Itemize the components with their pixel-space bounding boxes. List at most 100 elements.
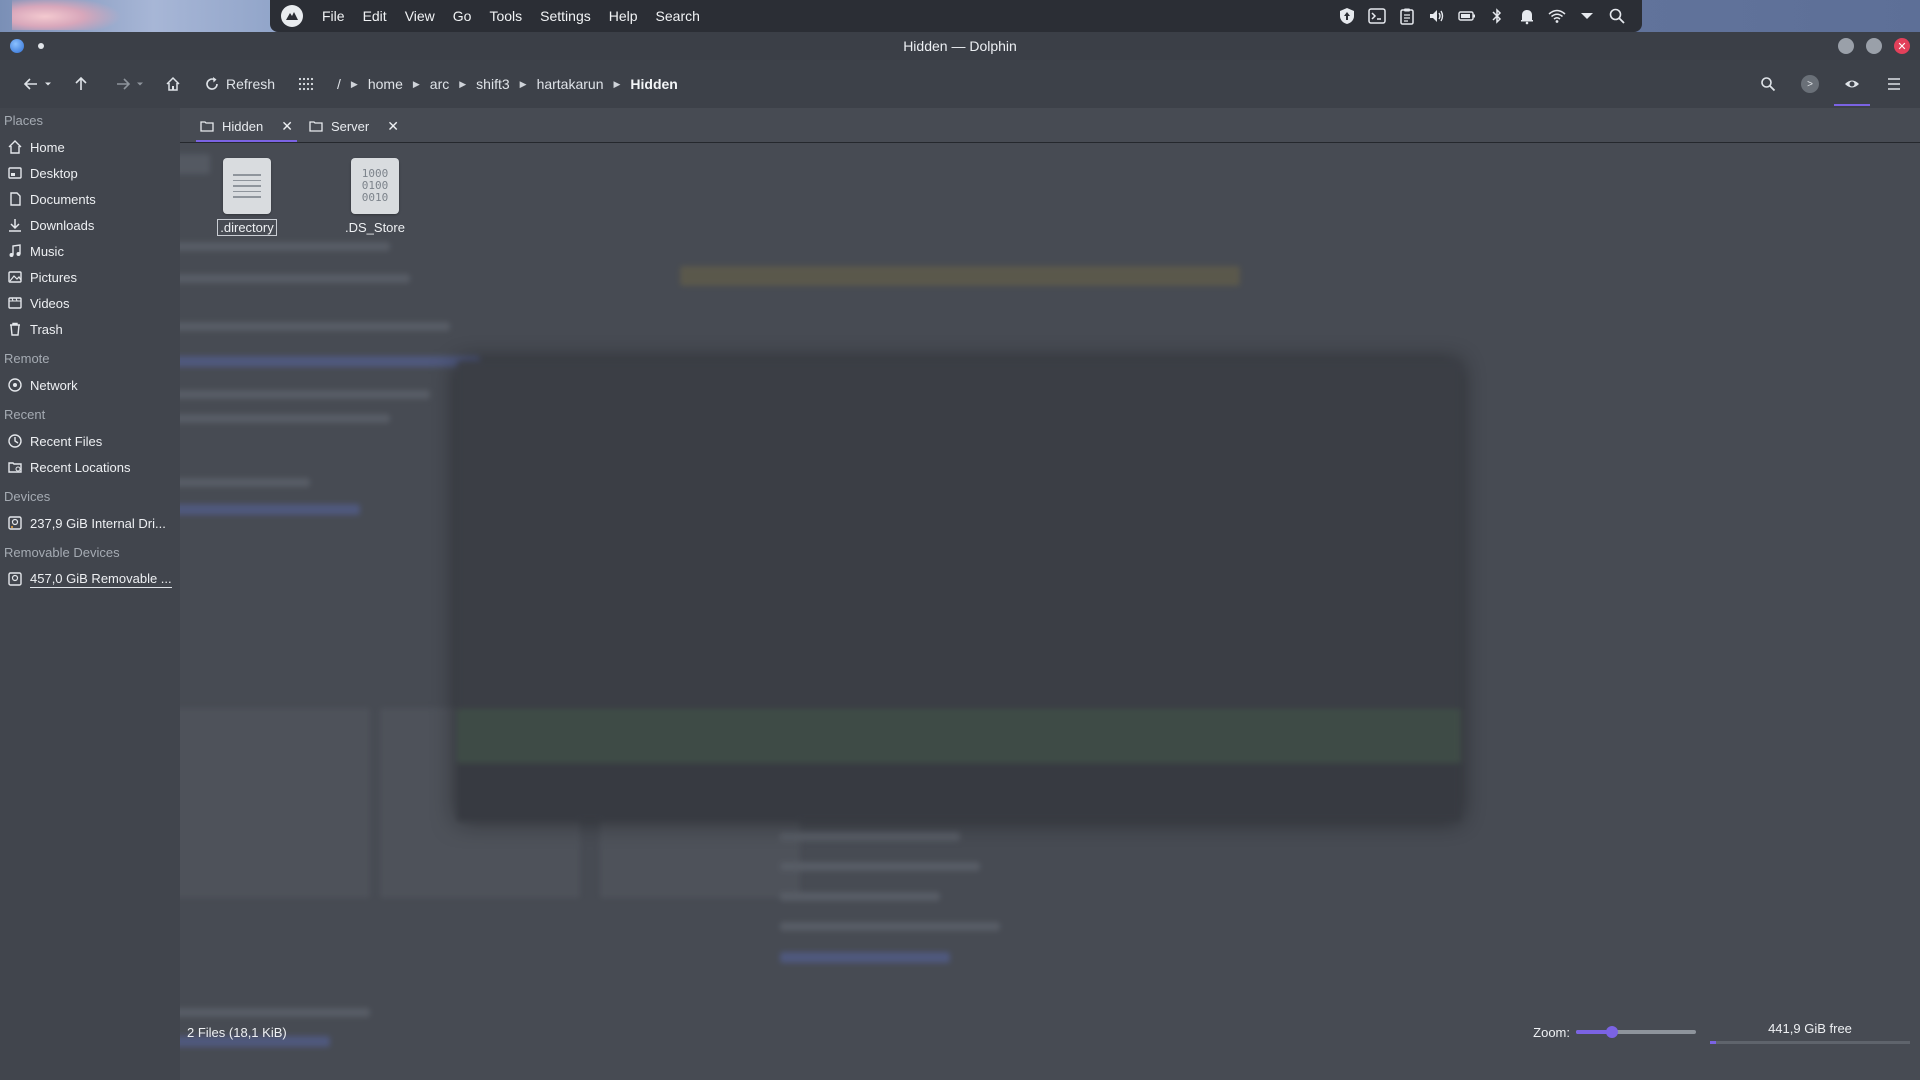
search-icon[interactable] (1608, 7, 1626, 25)
sidebar-item-recent-locations[interactable]: Recent Locations (0, 454, 180, 480)
menu-settings[interactable]: Settings (531, 0, 600, 32)
sidebar-item-recent-files[interactable]: Recent Files (0, 428, 180, 454)
volume-icon[interactable] (1428, 7, 1446, 25)
bluetooth-icon[interactable] (1488, 7, 1506, 25)
sidebar-item-label: 457,0 GiB Removable ... (30, 570, 172, 588)
menu-help[interactable]: Help (600, 0, 647, 32)
home-button[interactable] (156, 69, 190, 99)
notifications-icon[interactable] (1518, 7, 1536, 25)
shield-update-icon[interactable] (1338, 7, 1356, 25)
menu-file[interactable]: File (313, 0, 354, 32)
clipboard-icon[interactable] (1398, 7, 1416, 25)
file-grid: .directory 1000 0100 0010 .DS_Store (180, 144, 1920, 344)
zoom-slider[interactable] (1576, 1026, 1696, 1038)
battery-icon[interactable] (1458, 7, 1476, 25)
menu-tools[interactable]: Tools (480, 0, 531, 32)
zoom-slider-handle[interactable] (1606, 1026, 1618, 1038)
forward-history-dropdown[interactable] (134, 69, 146, 99)
search-icon (1761, 77, 1776, 92)
minimize-button[interactable] (1838, 38, 1854, 54)
app-launcher-icon[interactable] (281, 5, 303, 27)
breadcrumb-separator-icon[interactable]: ▶ (347, 79, 362, 90)
terminal-toggle-button[interactable]: > (1798, 69, 1822, 99)
free-space-indicator[interactable]: 441,9 GiB free (1710, 1018, 1910, 1046)
menu-view[interactable]: View (396, 0, 444, 32)
binary-file-icon: 1000 0100 0010 (351, 158, 399, 214)
breadcrumb-separator-icon[interactable]: ▶ (455, 79, 470, 90)
sidebar-item-label: Downloads (30, 217, 95, 233)
tab-hidden[interactable]: Hidden ✕ (192, 110, 301, 142)
status-bar: 2 Files (18,1 KiB) Zoom: 441,9 GiB free (180, 1016, 1920, 1048)
keep-above-icon[interactable] (38, 43, 44, 49)
refresh-button[interactable]: Refresh (196, 69, 283, 99)
dolphin-app-icon[interactable] (10, 39, 24, 53)
maximize-button[interactable] (1866, 38, 1882, 54)
sidebar-item-label: Trash (30, 321, 63, 337)
search-button[interactable] (1756, 69, 1780, 99)
sidebar-heading: Places (4, 113, 44, 128)
breadcrumb-item[interactable]: shift3 (470, 76, 515, 92)
breadcrumb-item[interactable]: home (362, 76, 409, 92)
sidebar-item-pictures[interactable]: Pictures (0, 264, 180, 290)
wifi-icon[interactable] (1548, 7, 1566, 25)
sidebar-item-label: Pictures (30, 269, 77, 285)
file-item[interactable]: .directory (192, 158, 302, 236)
menu-edit[interactable]: Edit (354, 0, 396, 32)
sidebar-heading: Recent (4, 407, 46, 422)
tray-expand-icon[interactable] (1578, 7, 1596, 25)
text-file-icon (223, 158, 271, 214)
top-panel: File Edit View Go Tools Settings Help Search (270, 0, 1642, 32)
sidebar-item-label: Home (30, 139, 65, 155)
sidebar-item-457-0-gib-removable[interactable]: 457,0 GiB Removable ... (0, 566, 180, 592)
desktop-icon (8, 166, 22, 180)
folder-icon (309, 121, 323, 132)
terminal-icon: > (1801, 75, 1819, 93)
breadcrumb-separator-icon[interactable]: ▶ (610, 79, 625, 90)
pictures-icon (8, 270, 22, 284)
tab-label: Server (330, 118, 370, 134)
removable-drive-icon (8, 572, 22, 586)
preview-toggle-button[interactable] (1834, 69, 1870, 106)
sidebar-item-home[interactable]: Home (0, 134, 180, 160)
eye-icon (1845, 80, 1859, 88)
sidebar-heading: Devices (4, 489, 51, 504)
folder-clock-icon (8, 460, 22, 474)
sidebar-item-videos[interactable]: Videos (0, 290, 180, 316)
breadcrumb-separator-icon[interactable]: ▶ (516, 79, 531, 90)
up-button[interactable] (64, 69, 98, 99)
sidebar-item-desktop[interactable]: Desktop (0, 160, 180, 186)
sidebar-item-network[interactable]: Network (0, 372, 180, 398)
hamburger-menu-button[interactable] (1882, 69, 1906, 99)
menu-go[interactable]: Go (444, 0, 481, 32)
breadcrumb-item[interactable]: arc (424, 76, 455, 92)
close-button[interactable]: ✕ (1894, 38, 1910, 54)
dolphin-window: Hidden — Dolphin ✕ Refresh / ▶ home ▶ arc ▶ sh… (0, 32, 1920, 1080)
sidebar-item-downloads[interactable]: Downloads (0, 212, 180, 238)
sidebar-item-237-9-gib-internal-dri[interactable]: 237,9 GiB Internal Dri... (0, 510, 180, 536)
tab-close-icon[interactable]: ✕ (387, 118, 399, 135)
menu-search[interactable]: Search (647, 0, 709, 32)
documents-icon (8, 192, 22, 206)
folder-icon (200, 121, 214, 132)
file-item[interactable]: 1000 0100 0010 .DS_Store (320, 158, 430, 235)
sidebar-heading: Remote (4, 351, 50, 366)
sidebar-item-label: Recent Files (30, 433, 103, 449)
home-icon (8, 140, 22, 154)
arrow-right-icon (117, 78, 131, 90)
clock-icon (8, 434, 22, 448)
tab-close-icon[interactable]: ✕ (281, 118, 293, 135)
tab-server[interactable]: Server ✕ (301, 110, 407, 142)
split-view-grid-button[interactable] (291, 69, 321, 99)
file-name: .DS_Store (345, 220, 405, 235)
sidebar-item-documents[interactable]: Documents (0, 186, 180, 212)
breadcrumb-separator-icon[interactable]: ▶ (409, 79, 424, 90)
status-text: 2 Files (18,1 KiB) (187, 1024, 287, 1040)
back-history-dropdown[interactable] (42, 69, 54, 99)
breadcrumb-item[interactable]: Hidden (624, 76, 683, 92)
terminal-icon[interactable] (1368, 7, 1386, 25)
breadcrumb-item[interactable]: hartakarun (531, 76, 610, 92)
refresh-icon (206, 77, 218, 90)
sidebar-item-music[interactable]: Music (0, 238, 180, 264)
breadcrumb-item[interactable]: / (331, 76, 347, 92)
sidebar-item-trash[interactable]: Trash (0, 316, 180, 342)
